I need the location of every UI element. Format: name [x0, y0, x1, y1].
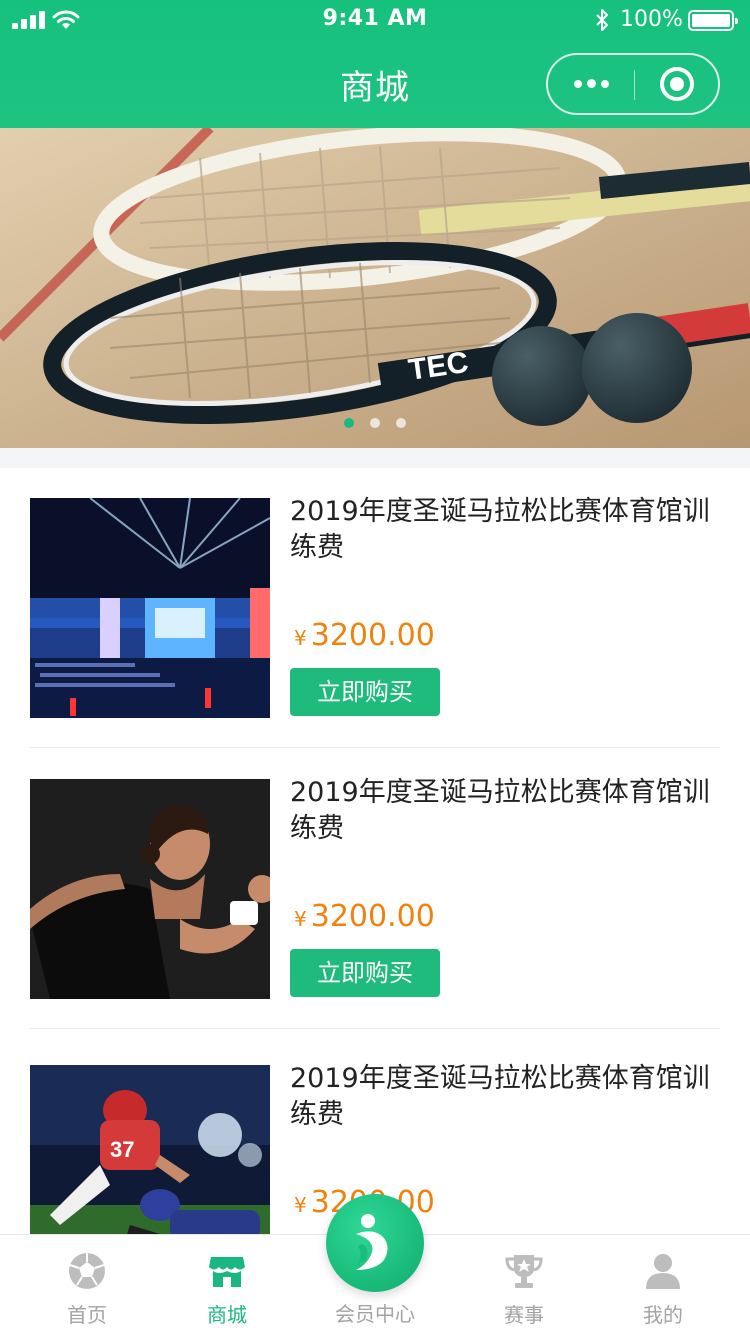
- tab-label: 我的: [643, 1303, 683, 1327]
- product-title: 2019年度圣诞马拉松比赛体育馆训练费: [290, 496, 710, 563]
- store-icon: [209, 1257, 245, 1287]
- tab-store[interactable]: 商城: [152, 1235, 302, 1334]
- product-title: 2019年度圣诞马拉松比赛体育馆训练费: [290, 777, 710, 844]
- member-logo-icon: [356, 1214, 388, 1270]
- tab-member-center[interactable]: [326, 1194, 424, 1292]
- bluetooth-icon: [596, 9, 608, 31]
- product-title: 2019年度圣诞马拉松比赛体育馆训练费: [290, 1063, 710, 1130]
- currency-symbol: ¥: [294, 907, 307, 931]
- product-image: [30, 498, 270, 718]
- close-miniprogram-icon[interactable]: [635, 55, 720, 113]
- buy-now-button[interactable]: 立即购买: [290, 949, 440, 997]
- product-price: ¥3200.00: [294, 618, 435, 653]
- tab-label: 首页: [67, 1303, 107, 1327]
- trophy-icon: [505, 1255, 543, 1288]
- tab-trophy[interactable]: 赛事: [449, 1235, 599, 1334]
- banner-image: TEC: [0, 128, 750, 448]
- carousel-dot[interactable]: [370, 418, 380, 428]
- price-amount: 3200.00: [310, 618, 435, 653]
- product-card[interactable]: 2019年度圣诞马拉松比赛体育馆训练费 ¥3200.00 立即购买: [30, 468, 720, 748]
- buy-now-button[interactable]: 立即购买: [290, 668, 440, 716]
- header: 9:41 AM 100% 商城: [0, 0, 750, 128]
- currency-symbol: ¥: [294, 1193, 307, 1217]
- status-bar: 9:41 AM 100%: [0, 0, 750, 40]
- carousel-dot[interactable]: [396, 418, 406, 428]
- nav-bar: 商城: [0, 40, 750, 128]
- tab-label: 赛事: [504, 1303, 544, 1327]
- product-price: ¥3200.00: [294, 899, 435, 934]
- battery-icon: [688, 10, 738, 31]
- carousel-indicator: [0, 418, 750, 428]
- user-icon: [646, 1254, 680, 1289]
- product-card[interactable]: 2019年度圣诞马拉松比赛体育馆训练费 ¥3200.00 立即购买: [30, 749, 720, 1029]
- svg-text:37: 37: [110, 1137, 134, 1162]
- soccer-ball-icon: [69, 1253, 105, 1289]
- product-image: [30, 779, 270, 999]
- carousel-dot[interactable]: [344, 418, 354, 428]
- capsule-menu: [546, 53, 720, 115]
- tab-label: 会员中心: [335, 1302, 415, 1326]
- tab-profile[interactable]: 我的: [588, 1235, 738, 1334]
- more-icon[interactable]: [548, 55, 634, 113]
- tab-label: 商城: [207, 1303, 247, 1327]
- currency-symbol: ¥: [294, 626, 307, 650]
- section-spacer: [0, 448, 750, 468]
- tab-home[interactable]: 首页: [12, 1235, 162, 1334]
- battery-percent: 100%: [620, 7, 683, 32]
- banner-carousel[interactable]: TEC: [0, 128, 750, 448]
- price-amount: 3200.00: [310, 899, 435, 934]
